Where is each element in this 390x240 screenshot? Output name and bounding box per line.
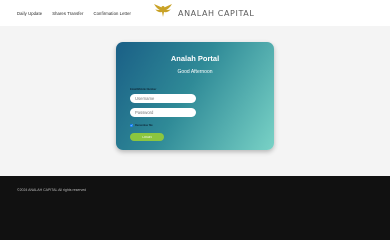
remember-me-label: Remember Me [135, 124, 153, 127]
nav-shares-transfer[interactable]: Shares Transfer [52, 11, 83, 16]
remember-me[interactable]: Remember Me [130, 124, 153, 127]
username-input[interactable] [130, 94, 196, 103]
login-card: Analah Portal Good Afternoon Email/Mobil… [116, 42, 274, 150]
password-input[interactable] [130, 108, 196, 117]
portal-title: Analah Portal [170, 54, 220, 63]
brand[interactable]: ANALAH CAPITAL [152, 3, 255, 24]
eagle-logo-icon [152, 3, 174, 24]
top-bar: Daily Update Shares Transfer Confirmatio… [0, 0, 390, 26]
main-nav: Daily Update Shares Transfer Confirmatio… [17, 11, 131, 16]
login-button[interactable]: LOGIN [130, 133, 164, 141]
nav-confirmation-letter[interactable]: Confirmation Letter [93, 11, 131, 16]
remember-me-checkbox[interactable] [130, 124, 133, 127]
greeting-text: Good Afternoon [177, 69, 213, 75]
nav-daily-update[interactable]: Daily Update [17, 11, 42, 16]
footer: ©2024 ANALAH CAPITAL All rights reserved [0, 176, 390, 240]
email-mobile-label: Email/Mobile Number [130, 88, 157, 91]
copyright-text: ©2024 ANALAH CAPITAL All rights reserved [17, 188, 87, 192]
brand-name: ANALAH CAPITAL [178, 8, 255, 18]
